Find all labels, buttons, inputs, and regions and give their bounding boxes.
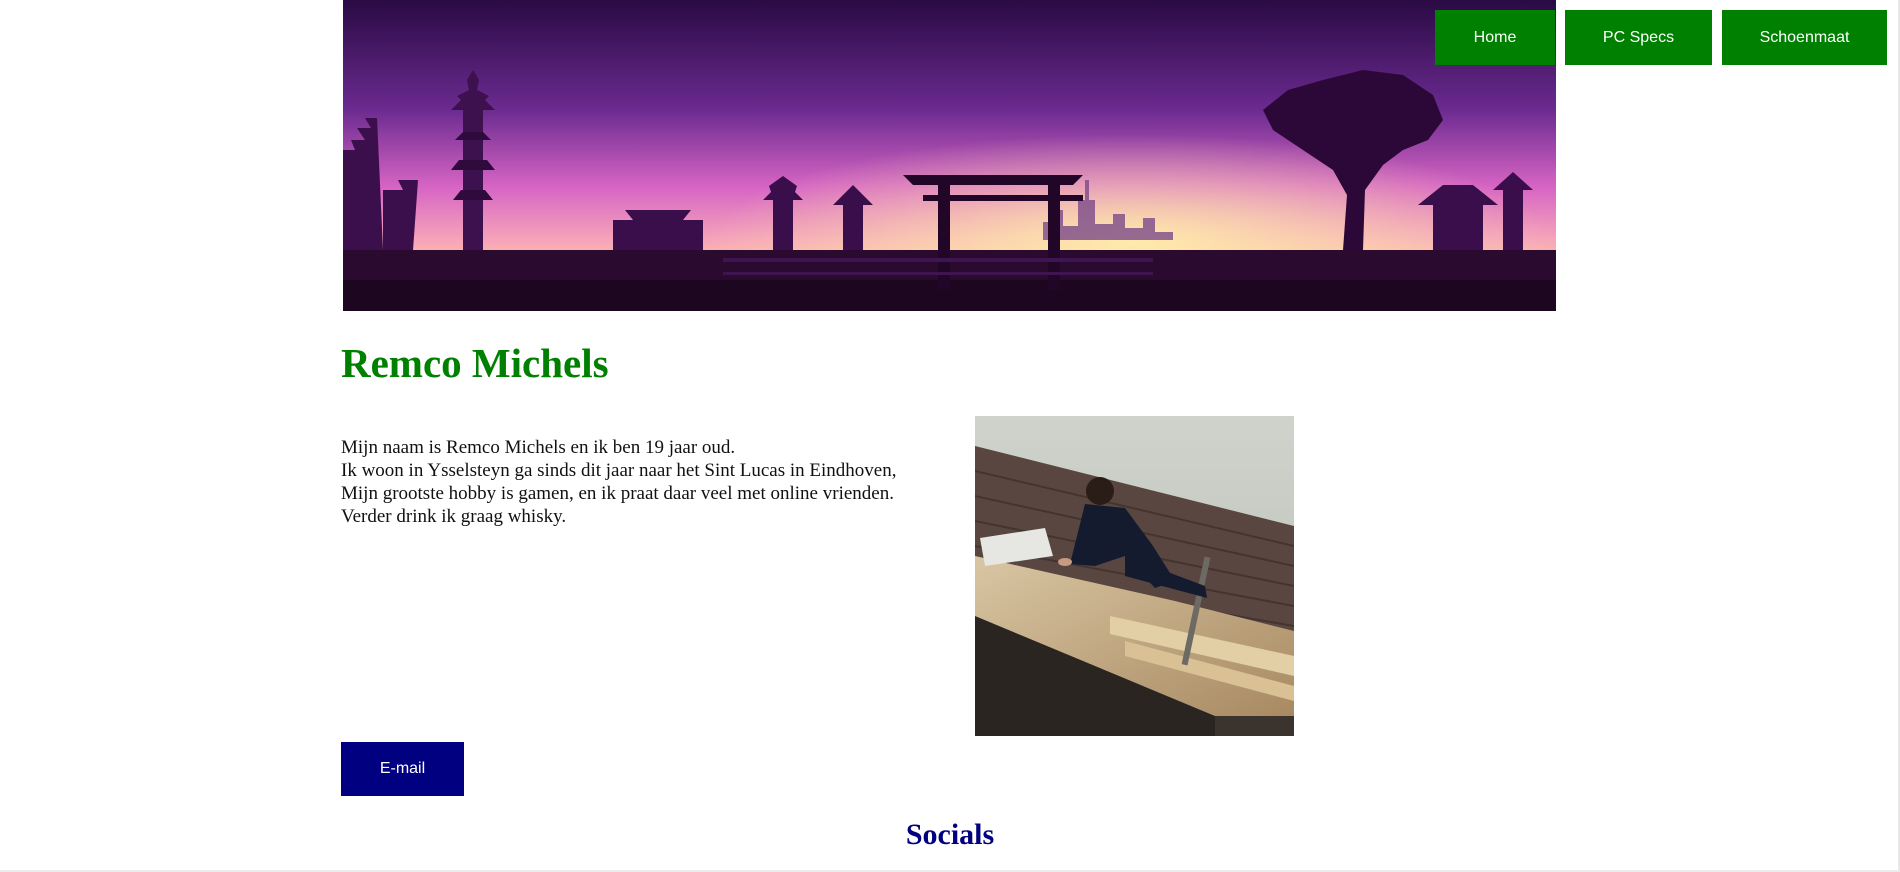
intro-line: Mijn naam is Remco Michels en ik ben 19 … (341, 437, 736, 458)
intro-paragraph: Mijn naam is Remco Michels en ik ben 19 … (341, 436, 941, 528)
intro-line: Verder drink ik graag whisky. (341, 506, 567, 527)
header-banner-image (343, 0, 1556, 311)
page-title: Remco Michels (341, 340, 609, 386)
email-button[interactable]: E-mail (341, 742, 464, 796)
intro-line: Mijn grootste hobby is gamen, en ik praa… (341, 483, 894, 504)
nav-pc-specs-button[interactable]: PC Specs (1565, 10, 1712, 65)
nav-home-button[interactable]: Home (1435, 10, 1555, 65)
socials-heading: Socials (905, 818, 995, 851)
nav-schoenmaat-button[interactable]: Schoenmaat (1722, 10, 1887, 65)
profile-photo (975, 416, 1294, 736)
page: Home PC Specs Schoenmaat Remco Michels M… (0, 0, 1900, 872)
intro-line: Ik woon in Ysselsteyn ga sinds dit jaar … (341, 460, 897, 481)
